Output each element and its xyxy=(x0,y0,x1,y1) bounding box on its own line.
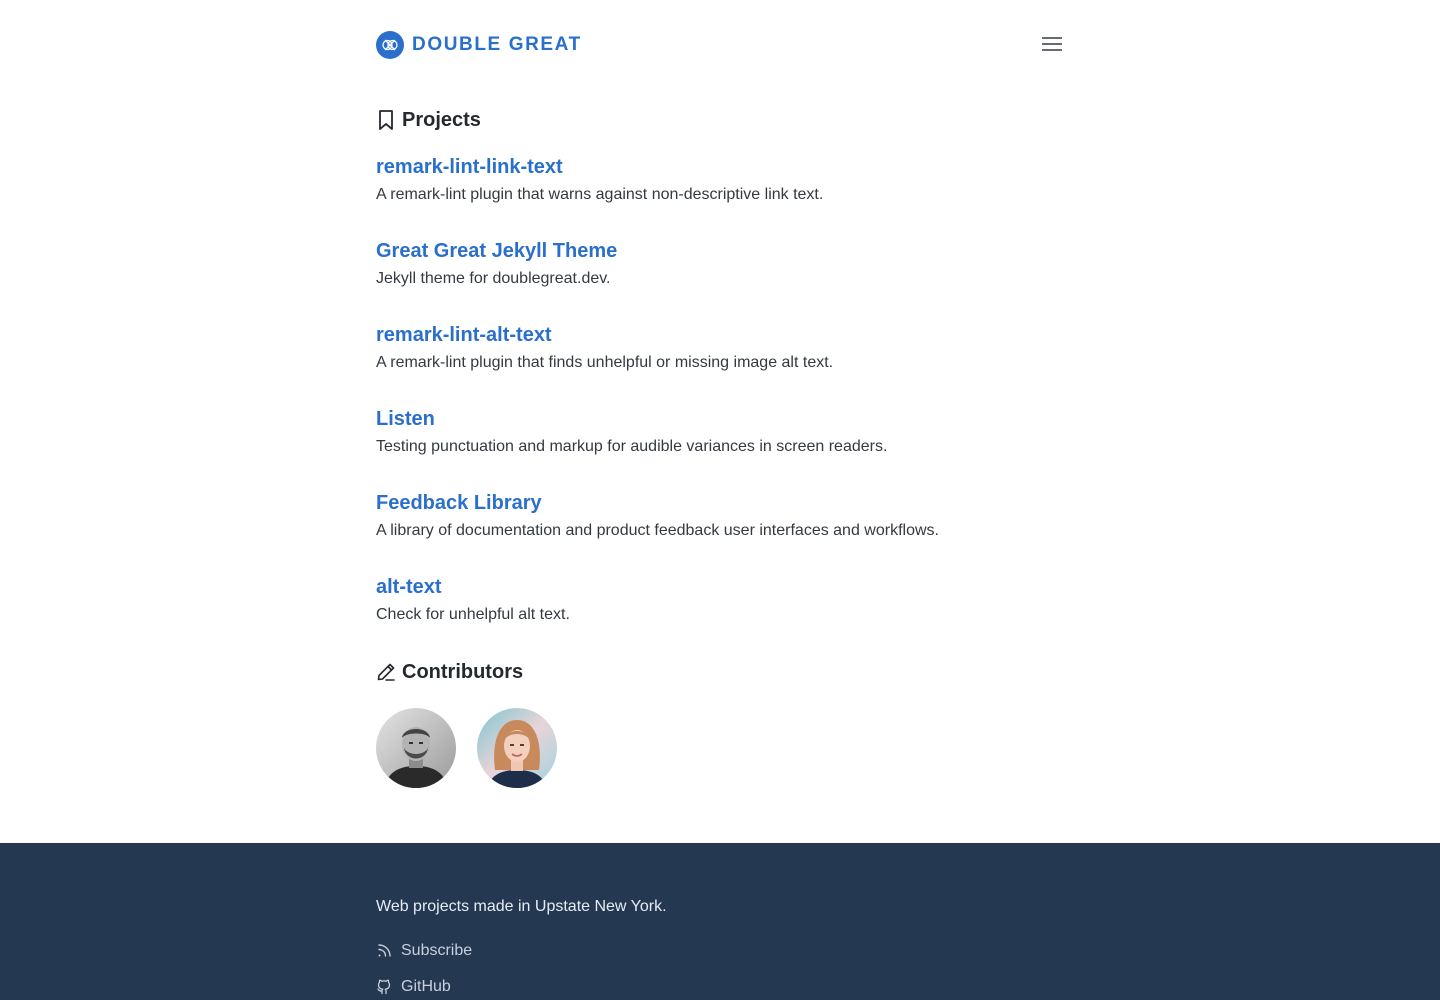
hamburger-menu-icon[interactable] xyxy=(1040,34,1064,54)
project-description: A remark-lint plugin that finds unhelpfu… xyxy=(376,354,834,371)
contributor-avatar-2[interactable] xyxy=(477,708,557,788)
footer-tagline: Web projects made in Upstate New York. xyxy=(376,898,667,915)
site-footer: Web projects made in Upstate New York. S… xyxy=(0,843,1440,1000)
project-description: A remark-lint plugin that warns against … xyxy=(376,186,824,203)
project-link[interactable]: alt-text xyxy=(376,574,570,600)
double-great-logo-icon xyxy=(376,31,404,59)
project-link[interactable]: Listen xyxy=(376,406,887,432)
project-description: Testing punctuation and markup for audib… xyxy=(376,438,888,455)
project-item: Great Great Jekyll Theme Jekyll theme fo… xyxy=(376,238,617,291)
subscribe-label: Subscribe xyxy=(401,942,473,959)
github-icon xyxy=(376,979,392,995)
project-description: Check for unhelpful alt text. xyxy=(376,606,570,623)
contributor-avatar-1[interactable] xyxy=(376,708,456,788)
project-description: A library of documentation and product f… xyxy=(376,522,939,539)
brand-home-link[interactable]: DOUBLE GREAT xyxy=(376,31,582,59)
brand-name: DOUBLE GREAT xyxy=(412,34,582,55)
project-description: Jekyll theme for doublegreat.dev. xyxy=(376,270,611,287)
pencil-icon xyxy=(376,661,396,683)
projects-heading-label: Projects xyxy=(402,108,481,131)
project-item: Listen Testing punctuation and markup fo… xyxy=(376,406,887,459)
contributors-heading-label: Contributors xyxy=(402,660,524,683)
subscribe-link[interactable]: Subscribe xyxy=(376,941,472,961)
github-link[interactable]: GitHub xyxy=(376,977,451,997)
project-item: alt-text Check for unhelpful alt text. xyxy=(376,574,570,627)
rss-icon xyxy=(376,943,392,959)
project-link[interactable]: remark-lint-alt-text xyxy=(376,322,833,348)
footer-content: Web projects made in Upstate New York. S… xyxy=(376,897,667,995)
bookmark-icon xyxy=(376,109,396,131)
project-link[interactable]: Great Great Jekyll Theme xyxy=(376,238,617,264)
contributors-heading: Contributors xyxy=(376,658,1064,686)
project-item: Feedback Library A library of documentat… xyxy=(376,490,939,543)
project-item: remark-lint-link-text A remark-lint plug… xyxy=(376,154,823,207)
project-item: remark-lint-alt-text A remark-lint plugi… xyxy=(376,322,833,375)
projects-heading: Projects xyxy=(376,106,1064,134)
contributor-avatars xyxy=(376,708,1064,788)
project-link[interactable]: remark-lint-link-text xyxy=(376,154,823,180)
github-label: GitHub xyxy=(401,978,451,995)
project-link[interactable]: Feedback Library xyxy=(376,490,939,516)
site-header: DOUBLE GREAT xyxy=(376,30,1064,62)
